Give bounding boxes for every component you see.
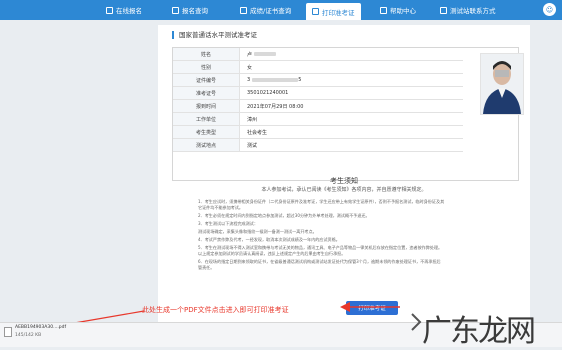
admission-ticket-panel: 国家普通话水平测试准考证 姓名 卢 性别 女 证件编号 35 准考证号 3501… [158, 25, 530, 326]
tab-label: 打印准考证 [322, 8, 355, 17]
row-value: 测试 [247, 142, 258, 149]
person-photo-icon [481, 54, 523, 114]
notice-line: 管责任。 [198, 265, 215, 270]
tab-label: 成绩/证书查询 [250, 7, 292, 15]
notice-line: 6．在现场的指定日期到来领取的证书，在省级普通话测试机构或测试站发证处代为保管3… [198, 259, 441, 264]
table-row: 报到时间 2021年07月29日 08:00 [173, 100, 463, 113]
tab-label: 测试站联系方式 [450, 7, 496, 15]
notice-title: 考生须知 [330, 177, 358, 185]
tab-label: 在线报名 [116, 7, 142, 15]
edit-icon [106, 6, 113, 14]
notice-line: 2．考生必须在规定时间内到指定地点参加测试，超过30分钟为外单考处理，测试概不予… [198, 213, 370, 218]
arrow-right-icon [340, 302, 400, 312]
notice-line: 测试现场确定，采集头像和指纹—候测—备测—测试—离开考点。 [198, 229, 317, 234]
page-title: 国家普通话水平测试准考证 [172, 31, 257, 39]
notice-line: 3．考生测试以下流程完成测试： [198, 221, 258, 226]
row-value: 卢 [240, 48, 277, 60]
annotation-text: 此处生成一个PDF文件点击进入即可打印准考证 [142, 306, 289, 314]
contact-icon [440, 6, 447, 14]
row-label: 姓名 [173, 48, 240, 60]
download-file-size: 145/142 KB [15, 333, 42, 338]
tab-label: 报名查询 [182, 7, 208, 15]
tab-score-certificate[interactable]: 成绩/证书查询 [240, 2, 291, 18]
table-row: 准考证号 3501021240001 [173, 87, 463, 100]
row-value: 3501021240001 [247, 90, 289, 96]
row-label: 测试地点 [173, 139, 240, 151]
table-row: 姓名 卢 [173, 48, 463, 61]
notice-line: 它证件均不能参加考试。 [198, 205, 244, 210]
redacted-mask [252, 78, 299, 82]
table-row: 性别 女 [173, 61, 463, 74]
notice-line: 以上规定参加测试的学员请认真阅读，违反上述规定产生的后果由考生自行承担。 [198, 251, 346, 256]
row-value: 社会考生 [247, 129, 268, 136]
row-label: 准考证号 [173, 87, 240, 99]
tab-print-admission[interactable]: 打印准考证 [306, 3, 361, 20]
certificate-icon [240, 6, 247, 14]
candidate-info-table: 姓名 卢 性别 女 证件编号 35 准考证号 3501021240001 报到时… [172, 47, 519, 181]
avatar-photo [480, 53, 524, 115]
notice-subtitle: 本人参加考试，承认已阅读《考生须知》各项内容，并自愿遵守相关规定。 [261, 187, 427, 193]
row-label: 工作单位 [173, 113, 240, 125]
help-icon [380, 6, 387, 14]
user-icon[interactable]: ☺ [543, 3, 556, 16]
tab-help-center[interactable]: 帮助中心 [380, 2, 416, 18]
row-label: 性别 [173, 61, 240, 73]
tab-online-registration[interactable]: 在线报名 [106, 2, 142, 18]
tab-contact[interactable]: 测试站联系方式 [440, 2, 496, 18]
row-value: 女 [247, 64, 253, 71]
print-icon [312, 8, 319, 15]
tab-registration-query[interactable]: 报名查询 [172, 2, 208, 18]
row-label: 考生类型 [173, 126, 240, 138]
notice-line: 1．考生应试时，须携带相关身份证件（二代身份证原件及准考证，学生还应带上有效学生… [198, 199, 445, 204]
notice-line: 4．考试严禁作弊及代考，一经发现，取消本次测试成绩及一年内的应试资格。 [198, 237, 340, 242]
row-value: 2021年07月29日 08:00 [247, 103, 304, 110]
watermark-logo-icon [411, 313, 422, 331]
row-value: 35 [247, 77, 302, 83]
row-label: 证件编号 [173, 74, 240, 86]
top-nav-bar: 在线报名 报名查询 成绩/证书查询 打印准考证 帮助中心 测试站联系方式 ☺ [0, 0, 562, 20]
table-row: 测试地点 测试 [173, 139, 463, 152]
pdf-file-icon[interactable] [4, 327, 12, 337]
table-row: 证件编号 35 [173, 74, 463, 87]
download-file-name[interactable]: AEBB194903A30....pdf [15, 325, 66, 330]
watermark-text: 广东龙网 [422, 314, 536, 349]
tab-label: 帮助中心 [390, 7, 416, 15]
row-label: 报到时间 [173, 100, 240, 112]
table-row: 工作单位 漳州 [173, 113, 463, 126]
table-row: 考生类型 社会考生 [173, 126, 463, 139]
notice-line: 5．考生在测试现场不得入测试室和携带与考试无关的物品，通讯工具、电子产品等物品一… [198, 245, 443, 250]
redacted-mask [254, 52, 277, 56]
search-icon [172, 6, 179, 14]
row-value: 漳州 [247, 116, 258, 123]
